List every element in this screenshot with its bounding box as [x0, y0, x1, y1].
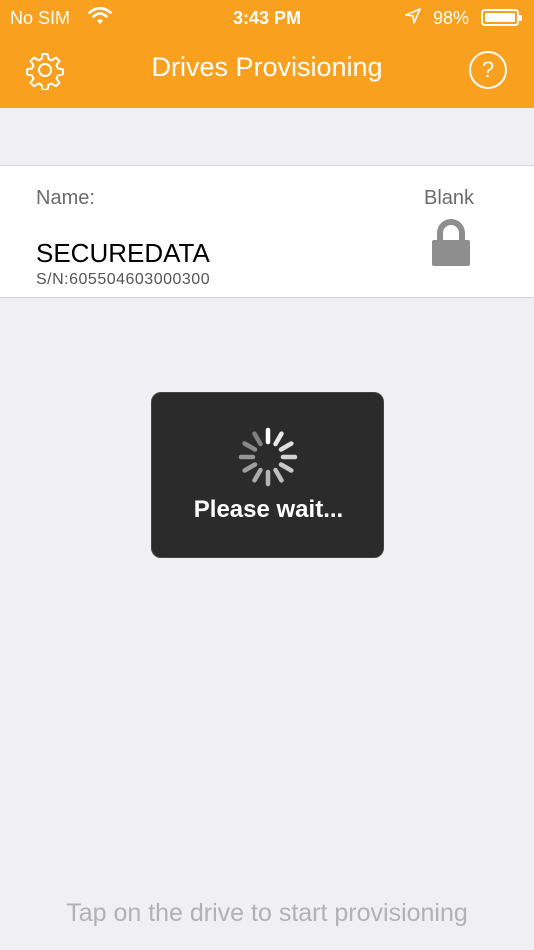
- battery-icon: [481, 9, 522, 26]
- battery-nub: [519, 15, 522, 21]
- drive-list-item[interactable]: Name: SECUREDATA S/N:605504603000300 Bla…: [0, 165, 534, 298]
- battery-percent: 98%: [433, 8, 470, 28]
- drive-serial: S/N:605504603000300: [36, 271, 211, 288]
- drive-state-label: Blank: [424, 187, 475, 209]
- page-title: Drives Provisioning: [151, 52, 383, 82]
- nav-bar: No SIM 3:43 PM 98% Drives Provisioning ?: [0, 0, 534, 108]
- battery-fill: [485, 13, 515, 22]
- provisioning-hint: Tap on the drive to start provisioning: [66, 899, 468, 927]
- help-button[interactable]: ?: [469, 51, 507, 89]
- drive-name: SECUREDATA: [36, 238, 210, 268]
- status-bar: No SIM 3:43 PM 98%: [0, 0, 534, 36]
- loading-message: Please wait...: [193, 496, 344, 523]
- spinner-icon: [238, 427, 298, 487]
- name-label: Name:: [36, 187, 95, 209]
- loading-overlay: Please wait...: [151, 392, 384, 558]
- location-arrow-icon: [405, 8, 421, 24]
- lock-icon: [432, 219, 470, 266]
